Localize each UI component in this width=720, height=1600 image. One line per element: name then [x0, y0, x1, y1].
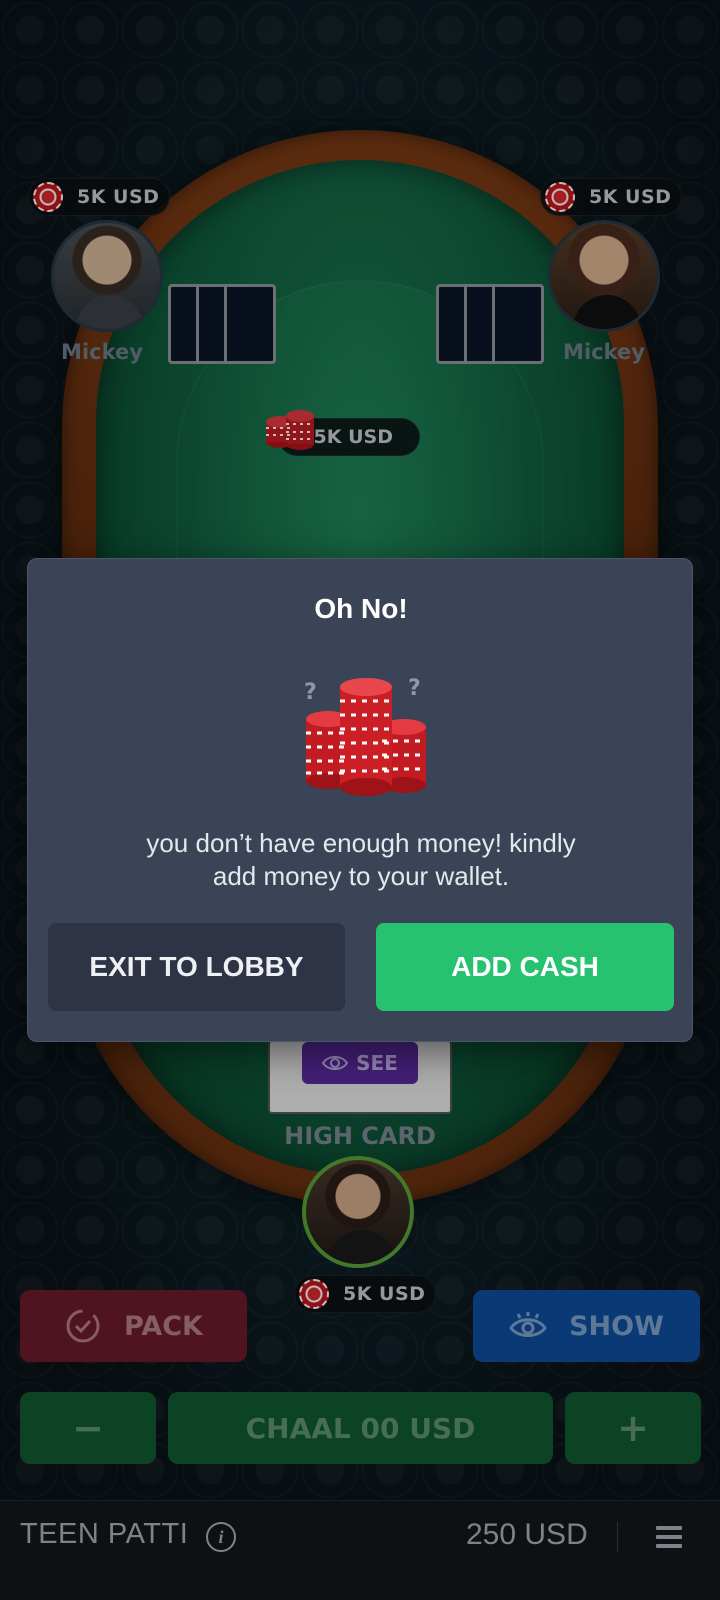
- svg-text:?: ?: [304, 680, 317, 705]
- wallet-balance: 250 USD: [466, 1518, 588, 1551]
- insufficient-funds-dialog: Oh No! ? ? you don’t have enough money! …: [27, 558, 693, 1042]
- add-cash-button[interactable]: ADD CASH: [376, 923, 674, 1011]
- menu-icon[interactable]: [656, 1526, 682, 1548]
- dialog-message-line2: add money to your wallet.: [212, 861, 510, 891]
- info-icon[interactable]: i: [206, 1522, 236, 1552]
- dialog-message: you don’t have enough money! kindly add …: [88, 827, 634, 893]
- game-title: TEEN PATTI: [20, 1518, 189, 1550]
- svg-text:?: ?: [408, 676, 421, 701]
- footer-divider: [617, 1522, 618, 1552]
- dialog-message-line1: you don’t have enough money! kindly: [146, 828, 576, 858]
- dialog-title: Oh No!: [314, 593, 408, 624]
- chip-stack-icon: ? ?: [304, 676, 426, 796]
- exit-to-lobby-button[interactable]: EXIT TO LOBBY: [48, 923, 345, 1011]
